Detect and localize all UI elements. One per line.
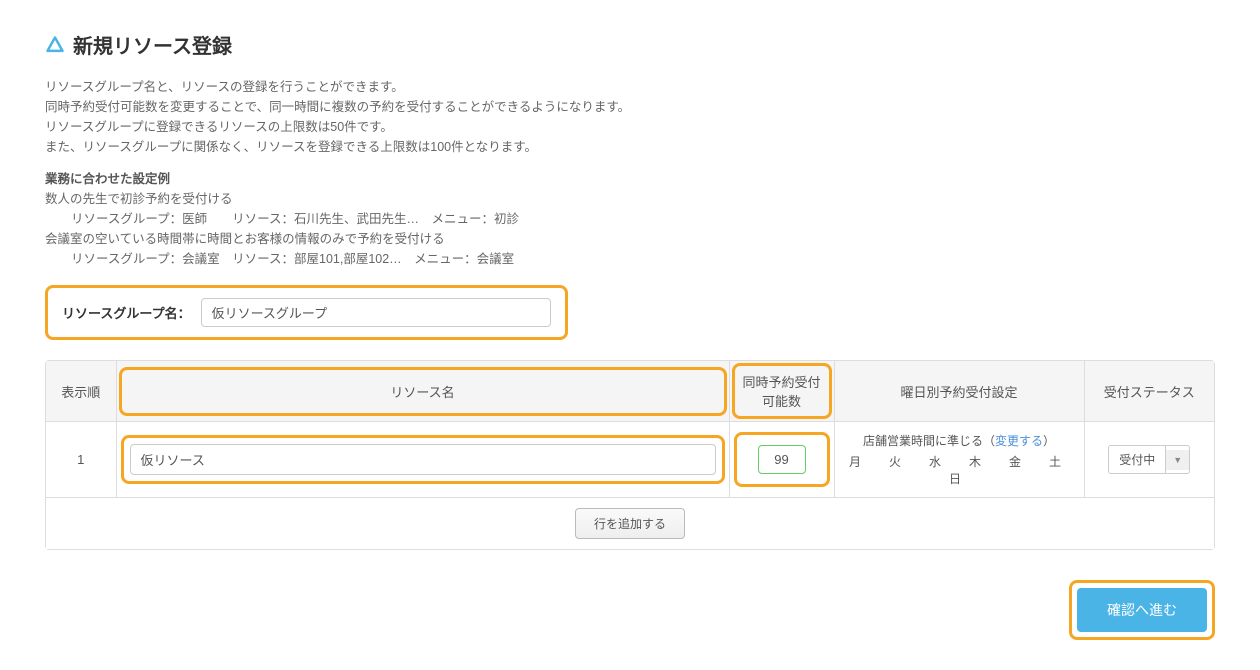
cell-status: 受付中 ▼ [1084,422,1214,498]
cell-name [116,422,729,498]
example-line: リソースグループ：医師 リソース：石川先生、武田先生… メニュー：初診 [45,209,1215,229]
group-name-label: リソースグループ名： [62,303,191,322]
resource-table: 表示順 リソース名 同時予約受付 可能数 曜日別予約受付設定 受付ステータス [46,361,1214,497]
footer-actions: 確認へ進む [45,580,1215,640]
th-capacity: 同時予約受付 可能数 [729,361,834,422]
example-line: リソースグループ：会議室 リソース：部屋101,部屋102… メニュー：会議室 [45,249,1215,269]
table-row: 1 店舗営業時間に準じる（変更する） 月 火 水 木 金 土 日 [46,422,1214,498]
add-row-button[interactable]: 行を追加する [575,508,685,539]
capacity-input[interactable] [758,445,806,474]
th-capacity-text1: 同時予約受付 [739,372,825,391]
resource-table-wrapper: 表示順 リソース名 同時予約受付 可能数 曜日別予約受付設定 受付ステータス [45,360,1215,550]
status-select-text: 受付中 [1109,446,1166,473]
status-select[interactable]: 受付中 ▼ [1108,445,1190,474]
example-title: 業務に合わせた設定例 [45,169,1215,189]
weekday-days: 月 火 水 木 金 土 日 [841,453,1078,487]
page-header: 新規リソース登録 [45,30,1215,59]
description-line: 同時予約受付可能数を変更することで、同一時間に複数の予約を受付することができるよ… [45,97,1215,117]
weekday-text: 店舗営業時間に準じる（変更する） [841,432,1078,451]
resource-name-input[interactable] [130,444,716,475]
th-order: 表示順 [46,361,116,422]
group-name-input[interactable] [201,298,551,327]
th-weekday: 曜日別予約受付設定 [834,361,1084,422]
triangle-icon [45,35,65,55]
th-name: リソース名 [116,361,729,422]
cell-order: 1 [46,422,116,498]
description-line: リソースグループに登録できるリソースの上限数は50件です。 [45,117,1215,137]
capacity-highlight [734,432,830,487]
example-line: 会議室の空いている時間帯に時間とお客様の情報のみで予約を受付ける [45,229,1215,249]
th-name-highlight: リソース名 [119,367,727,416]
cell-weekday: 店舗営業時間に準じる（変更する） 月 火 水 木 金 土 日 [834,422,1084,498]
change-link[interactable]: 変更する [995,434,1043,448]
group-name-row: リソースグループ名： [62,298,551,327]
chevron-down-icon: ▼ [1166,450,1189,470]
description-line: リソースグループ名と、リソースの登録を行うことができます。 [45,77,1215,97]
example-line: 数人の先生で初診予約を受付ける [45,189,1215,209]
cell-capacity [729,422,834,498]
description-block: リソースグループ名と、リソースの登録を行うことができます。 同時予約受付可能数を… [45,77,1215,157]
weekday-suffix: ） [1043,434,1055,448]
page-title: 新規リソース登録 [73,30,232,59]
th-name-text: リソース名 [390,385,454,400]
description-line: また、リソースグループに関係なく、リソースを登録できる上限数は100件となります… [45,137,1215,157]
th-capacity-highlight: 同時予約受付 可能数 [732,363,832,419]
name-highlight [121,435,725,484]
th-capacity-text2: 可能数 [739,391,825,410]
group-name-highlight: リソースグループ名： [45,285,568,340]
add-row-container: 行を追加する [46,497,1214,549]
example-block: 業務に合わせた設定例 数人の先生で初診予約を受付ける リソースグループ：医師 リ… [45,169,1215,269]
th-status: 受付ステータス [1084,361,1214,422]
confirm-highlight: 確認へ進む [1069,580,1215,640]
weekday-prefix: 店舗営業時間に準じる（ [863,434,995,448]
confirm-button[interactable]: 確認へ進む [1077,588,1207,632]
